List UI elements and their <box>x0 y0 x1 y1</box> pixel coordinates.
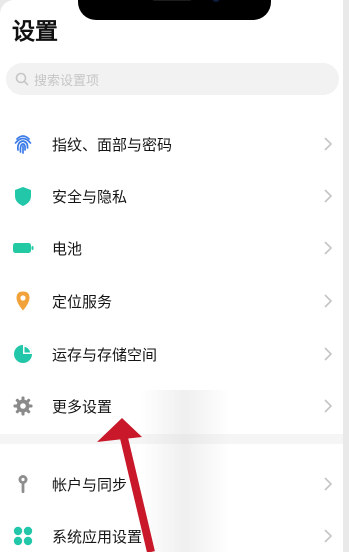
chevron-right-icon <box>324 137 333 151</box>
search-placeholder: 搜索设置项 <box>34 73 100 89</box>
apps-grid-icon <box>12 525 34 547</box>
settings-item-battery[interactable]: 电池 <box>0 222 343 274</box>
page-title: 设置 <box>12 19 58 45</box>
settings-item-security-privacy[interactable]: 安全与隐私 <box>0 170 343 222</box>
battery-icon <box>12 237 34 259</box>
settings-item-label: 更多设置 <box>52 397 113 416</box>
phone-notch <box>78 0 271 20</box>
chevron-right-icon <box>324 399 333 413</box>
account-key-icon <box>12 473 34 495</box>
photo-glare <box>140 390 230 552</box>
settings-item-label: 运存与存储空间 <box>52 345 158 364</box>
search-bar[interactable]: 搜索设置项 <box>6 63 339 95</box>
speaker-grille <box>152 0 192 1</box>
chevron-right-icon <box>324 189 333 203</box>
settings-item-location[interactable]: 定位服务 <box>0 275 343 327</box>
settings-item-fingerprint[interactable]: 指纹、面部与密码 <box>0 118 343 170</box>
chevron-right-icon <box>324 347 333 361</box>
settings-item-label: 定位服务 <box>52 292 113 311</box>
chevron-right-icon <box>324 529 333 543</box>
settings-item-label: 电池 <box>52 239 83 258</box>
chevron-right-icon <box>324 477 333 491</box>
search-icon <box>15 72 29 86</box>
chevron-right-icon <box>324 241 333 255</box>
chevron-right-icon <box>324 294 333 308</box>
settings-item-label: 安全与隐私 <box>52 187 128 206</box>
settings-item-label: 帐户与同步 <box>52 475 128 494</box>
settings-item-label: 系统应用设置 <box>52 527 143 546</box>
fingerprint-icon <box>12 133 34 155</box>
settings-item-storage[interactable]: 运存与存储空间 <box>0 328 343 380</box>
shield-icon <box>12 185 34 207</box>
settings-item-label: 指纹、面部与密码 <box>52 135 173 154</box>
location-pin-icon <box>12 290 34 312</box>
storage-pie-icon <box>12 343 34 365</box>
gear-icon <box>12 395 34 417</box>
front-camera <box>212 0 220 2</box>
